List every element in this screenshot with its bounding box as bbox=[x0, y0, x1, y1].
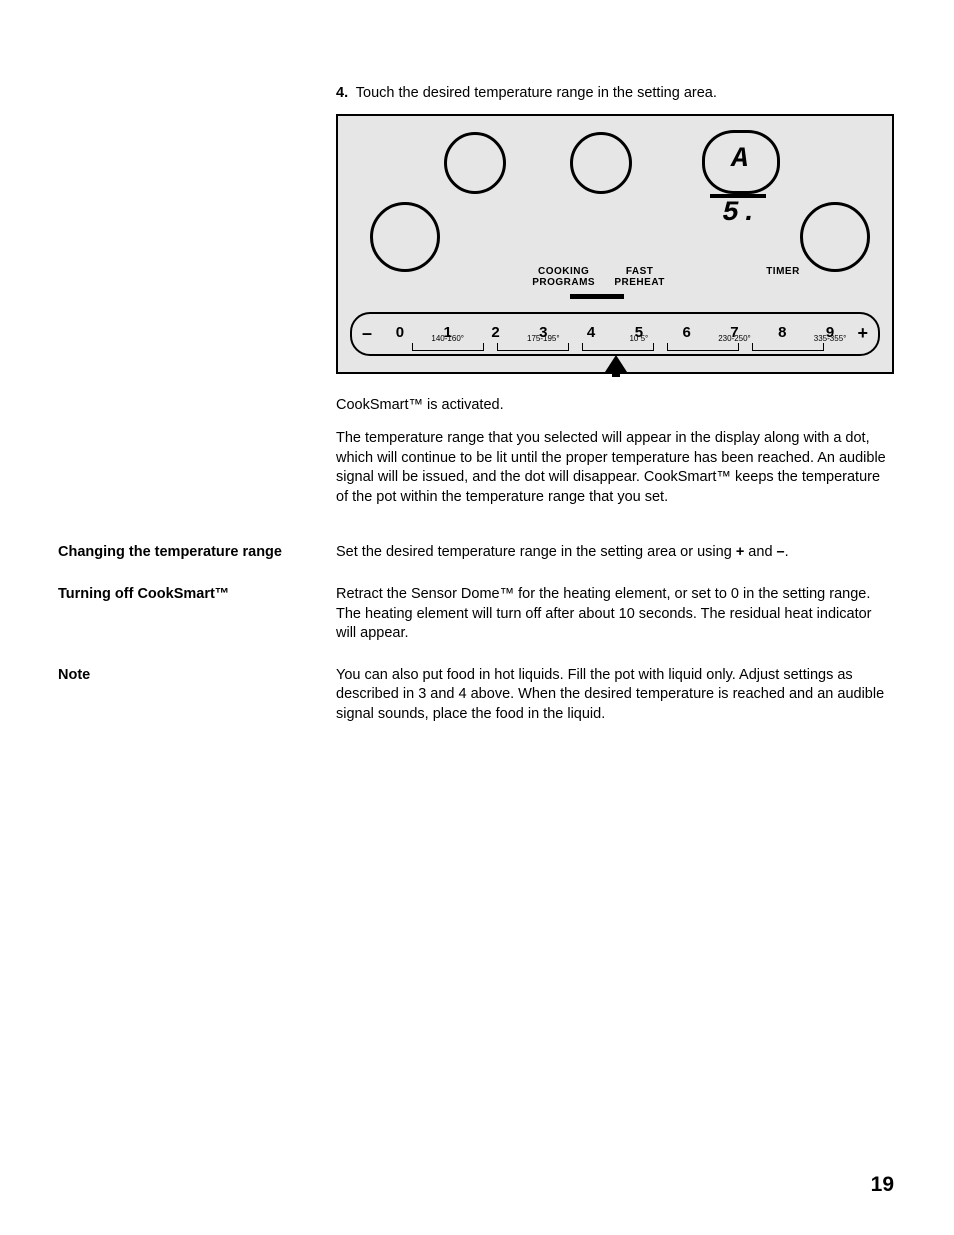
slot-6[interactable]: 6 bbox=[663, 323, 711, 343]
step-number: 4. bbox=[336, 84, 352, 104]
range-bracket bbox=[667, 343, 739, 351]
paragraph: The temperature range that you selected … bbox=[336, 429, 894, 507]
minus-control[interactable]: – bbox=[362, 321, 376, 345]
slot-2[interactable]: 2 bbox=[472, 323, 520, 343]
slot-8[interactable]: 8 bbox=[758, 323, 806, 343]
section-text: Retract the Sensor Dome™ for the heating… bbox=[336, 585, 894, 644]
range-bracket bbox=[582, 343, 654, 351]
range-bracket bbox=[412, 343, 484, 351]
section-heading: Turning off CookSmart™ bbox=[58, 585, 336, 644]
label-cooking-programs: COOKINGPROGRAMS bbox=[532, 266, 595, 288]
section-text: Set the desired temperature range in the… bbox=[336, 544, 789, 560]
slot-4[interactable]: 4 bbox=[567, 323, 615, 343]
step-4: 4. Touch the desired temperature range i… bbox=[58, 84, 894, 521]
slot-3[interactable]: 3175-195° bbox=[519, 323, 567, 343]
control-panel-figure: A 5. COOKINGPROGRAMS FASTPREHEAT TIMER –… bbox=[336, 114, 894, 374]
display-underline bbox=[710, 194, 766, 198]
paragraph: CookSmart™ is activated. bbox=[336, 396, 894, 416]
selection-bar bbox=[570, 294, 624, 299]
section-note: Note You can also put food in hot liquid… bbox=[58, 666, 894, 725]
slot-7[interactable]: 7230-250° bbox=[711, 323, 759, 343]
page: 4. Touch the desired temperature range i… bbox=[0, 0, 954, 1235]
zone-indicator bbox=[370, 202, 440, 272]
zone-indicator bbox=[444, 132, 506, 194]
label-fast-preheat: FASTPREHEAT bbox=[614, 266, 665, 288]
step-text: Touch the desired temperature range in t… bbox=[356, 85, 717, 101]
zone-indicator bbox=[570, 132, 632, 194]
section-heading: Note bbox=[58, 666, 336, 725]
section-heading: Changing the temperature range bbox=[58, 543, 336, 563]
slot-5[interactable]: 510 5° bbox=[615, 323, 663, 343]
label-timer: TIMER bbox=[766, 266, 800, 277]
range-bracket bbox=[497, 343, 569, 351]
range-bracket bbox=[752, 343, 824, 351]
section-text: You can also put food in hot liquids. Fi… bbox=[336, 666, 894, 725]
setting-area: – 0 1140-160° 2 3175-195° 4 510 5° 6 723… bbox=[350, 312, 880, 356]
slot-0[interactable]: 0 bbox=[376, 323, 424, 343]
section-turning-off: Turning off CookSmart™ Retract the Senso… bbox=[58, 585, 894, 644]
pointer-arrow-icon bbox=[605, 355, 627, 372]
page-number: 19 bbox=[871, 1171, 894, 1199]
slot-9[interactable]: 9335-355° bbox=[806, 323, 854, 343]
slot-1[interactable]: 1140-160° bbox=[424, 323, 472, 343]
section-changing-range: Changing the temperature range Set the d… bbox=[58, 543, 894, 563]
zone-indicator bbox=[800, 202, 870, 272]
display-readout: A 5. bbox=[702, 130, 780, 194]
plus-control[interactable]: + bbox=[854, 321, 868, 345]
panel-labels: COOKINGPROGRAMS FASTPREHEAT TIMER bbox=[338, 266, 892, 288]
